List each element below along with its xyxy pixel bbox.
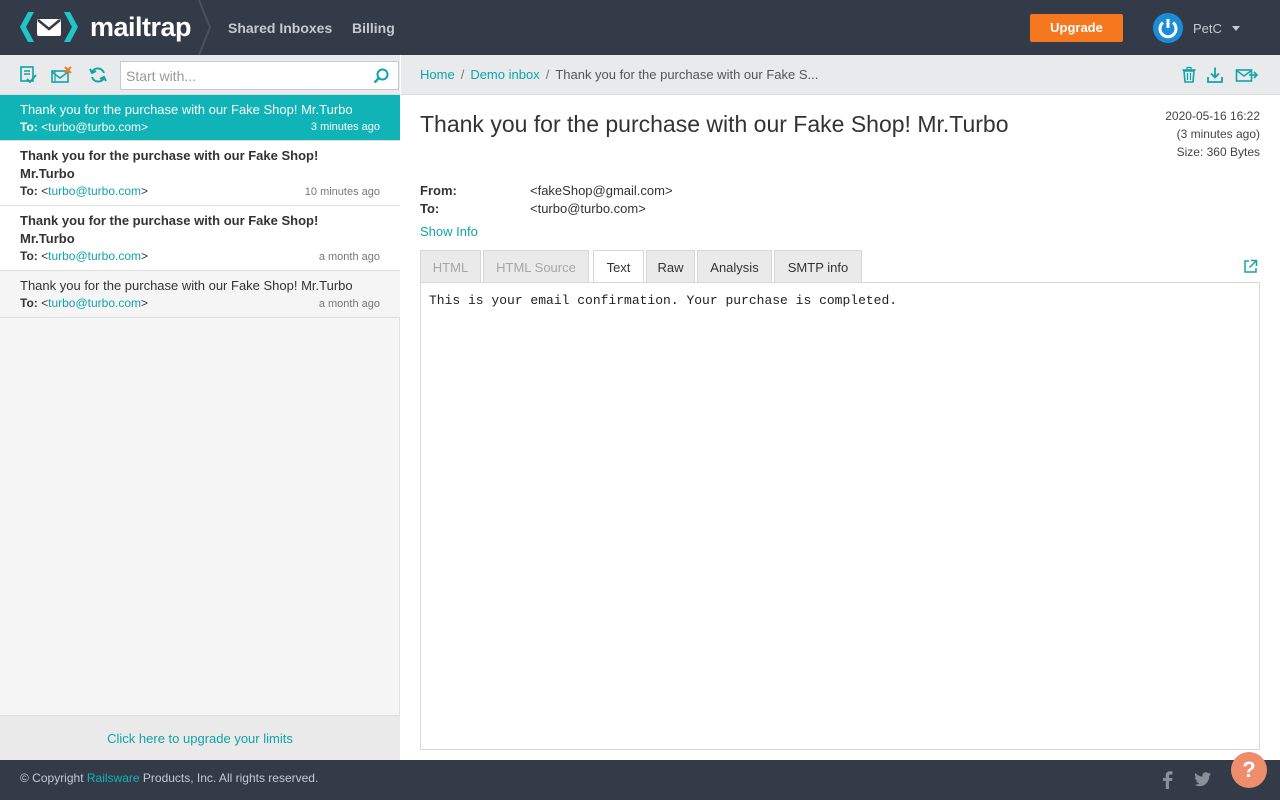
message-time: 3 minutes ago [310, 121, 380, 133]
top-navigation-bar: mailtrap Shared Inboxes Billing Upgrade … [0, 0, 1280, 55]
tab-raw[interactable]: Raw [646, 250, 695, 283]
breadcrumb: Home / Demo inbox / Thank you for the purcha… [420, 67, 818, 82]
forward-email-icon[interactable] [1235, 66, 1259, 84]
upgrade-limits-link[interactable]: Click here to upgrade your limits [0, 715, 400, 760]
breadcrumb-separator: / [545, 67, 550, 82]
tab-html-source[interactable]: HTML Source [483, 250, 589, 283]
chevron-down-icon[interactable] [1232, 26, 1240, 31]
search-box [120, 61, 399, 90]
message-list: Thank you for the purchase with our Fake… [0, 95, 400, 318]
from-label: From: [420, 183, 457, 198]
upgrade-button[interactable]: Upgrade [1030, 14, 1123, 42]
tab-text[interactable]: Text [593, 250, 644, 284]
mailtrap-logo[interactable]: mailtrap [18, 12, 192, 42]
message-date: 2020-05-16 16:22 [1165, 109, 1260, 123]
search-icon[interactable] [373, 68, 389, 84]
message-list-item[interactable]: Thank you for the purchase with our Fake… [0, 206, 400, 271]
logo-text: mailtrap [90, 12, 192, 42]
from-address: <fakeShop@gmail.com> [530, 183, 673, 198]
message-relative-time: (3 minutes ago) [1176, 127, 1260, 141]
search-input[interactable] [121, 62, 361, 89]
to-label: To: [20, 184, 38, 198]
message-subject: Thank you for the purchase with our Fake… [20, 213, 319, 246]
bracket-close: > [141, 296, 149, 310]
message-time: a month ago [318, 298, 380, 310]
recipient-address: turbo@turbo.com [48, 296, 142, 310]
mailtrap-logo-icon [20, 12, 78, 42]
to-row: To: <turbo@turbo.com> [420, 201, 646, 216]
message-list-item-selected[interactable]: Thank you for the purchase with our Fake… [0, 95, 400, 141]
message-list-item[interactable]: Thank you for the purchase with our Fake… [0, 141, 400, 206]
clear-inbox-icon[interactable] [50, 65, 74, 85]
from-row: From: <fakeShop@gmail.com> [420, 183, 673, 198]
help-button[interactable]: ? [1231, 752, 1267, 788]
message-body-text: This is your email confirmation. Your pu… [429, 293, 898, 308]
recipient-address: turbo@turbo.com [48, 120, 142, 134]
railsware-link[interactable]: Railsware [87, 771, 140, 785]
recipient-address: turbo@turbo.com [48, 184, 142, 198]
recipient-address: turbo@turbo.com [48, 249, 142, 263]
footer: © Copyright Railsware Products, Inc. All… [0, 760, 1280, 800]
message-body-panel: This is your email confirmation. Your pu… [420, 282, 1260, 750]
message-subject-title: Thank you for the purchase with our Fake… [420, 111, 1009, 137]
to-label: To: [420, 201, 440, 216]
to-label: To: [20, 296, 38, 310]
message-time: 10 minutes ago [304, 186, 380, 198]
nav-divider [198, 0, 212, 55]
twitter-icon[interactable] [1194, 772, 1211, 787]
trash-icon[interactable] [1180, 66, 1198, 84]
bracket-close: > [141, 120, 149, 134]
to-label: To: [20, 120, 38, 134]
tab-analysis[interactable]: Analysis [697, 250, 772, 283]
breadcrumb-home[interactable]: Home [420, 67, 455, 82]
tab-smtp-info[interactable]: SMTP info [774, 250, 862, 283]
mark-read-icon[interactable] [18, 65, 38, 85]
message-size: Size: 360 Bytes [1176, 145, 1260, 159]
user-avatar-icon[interactable] [1153, 13, 1183, 43]
refresh-icon[interactable] [88, 65, 108, 85]
show-info-link[interactable]: Show Info [420, 224, 478, 239]
breadcrumb-inbox[interactable]: Demo inbox [470, 67, 539, 82]
nav-billing[interactable]: Billing [352, 20, 395, 36]
message-tabs: HTML HTML Source Text Raw Analysis SMTP … [420, 250, 1280, 284]
bracket-close: > [141, 249, 149, 263]
breadcrumb-current: Thank you for the purchase with our Fake… [555, 67, 819, 82]
to-address: <turbo@turbo.com> [530, 201, 646, 216]
breadcrumb-separator: / [460, 67, 465, 82]
tab-html[interactable]: HTML [420, 250, 481, 283]
message-list-item[interactable]: Thank you for the purchase with our Fake… [0, 271, 400, 318]
message-subject: Thank you for the purchase with our Fake… [20, 278, 353, 293]
message-toolbar: Home / Demo inbox / Thank you for the purcha… [401, 55, 1280, 95]
to-label: To: [20, 249, 38, 263]
message-subject: Thank you for the purchase with our Fake… [20, 148, 319, 181]
copyright-suffix: Products, Inc. All rights reserved. [139, 771, 319, 785]
message-list-panel: Thank you for the purchase with our Fake… [0, 55, 400, 760]
list-toolbar [0, 55, 400, 95]
facebook-icon[interactable] [1161, 771, 1173, 789]
user-name[interactable]: PetC [1193, 21, 1222, 36]
message-time: a month ago [318, 251, 380, 263]
copyright-prefix: © Copyright [20, 771, 87, 785]
message-subject: Thank you for the purchase with our Fake… [20, 102, 353, 117]
open-external-icon[interactable] [1243, 259, 1258, 274]
copyright: © Copyright Railsware Products, Inc. All… [20, 771, 318, 785]
bracket-close: > [141, 184, 149, 198]
message-meta: 2020-05-16 16:22 (3 minutes ago) Size: 3… [1165, 107, 1260, 161]
download-icon[interactable] [1206, 66, 1224, 84]
nav-shared-inboxes[interactable]: Shared Inboxes [228, 20, 332, 36]
